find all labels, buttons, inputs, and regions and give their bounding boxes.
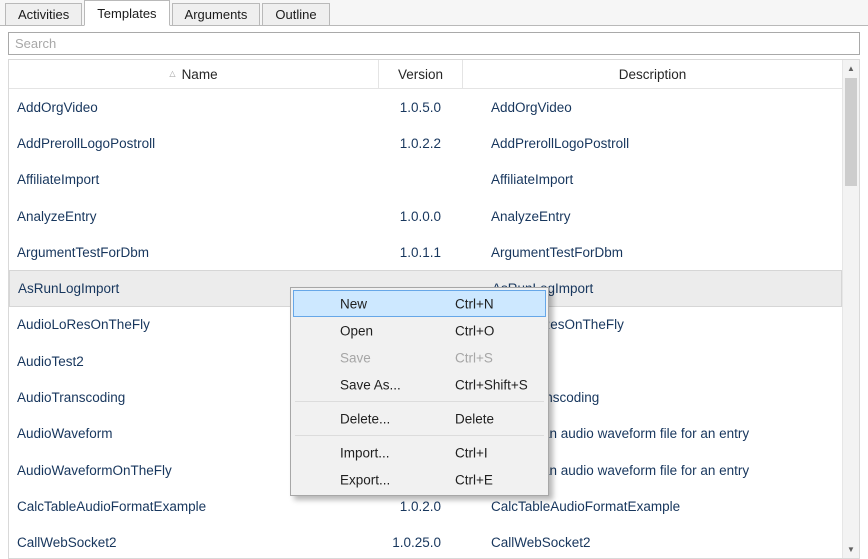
table-row[interactable]: AddPrerollLogoPostroll 1.0.2.2 AddPrerol… — [9, 125, 842, 161]
column-header-version[interactable]: Version — [379, 60, 463, 88]
menu-item-label: Open — [340, 323, 373, 338]
cell-description: AddPrerollLogoPostroll — [463, 136, 842, 151]
menu-item-export[interactable]: Export... Ctrl+E — [293, 466, 546, 493]
search-input[interactable] — [8, 32, 860, 55]
table-row[interactable]: CallWebSocket2 1.0.25.0 CallWebSocket2 — [9, 525, 842, 558]
cell-version: 1.0.5.0 — [379, 100, 463, 115]
column-header-description[interactable]: Description — [463, 60, 842, 88]
scroll-down-button[interactable]: ▼ — [843, 541, 859, 558]
menu-item-shortcut: Ctrl+S — [455, 350, 493, 365]
menu-item-shortcut: Ctrl+N — [455, 296, 494, 311]
scroll-down-icon: ▼ — [847, 545, 855, 554]
cell-name: CallWebSocket2 — [9, 535, 379, 550]
tab-label: Outline — [275, 7, 316, 22]
cell-version: 1.0.2.2 — [379, 136, 463, 151]
cell-name: AnalyzeEntry — [9, 209, 379, 224]
column-header-label: Description — [619, 67, 687, 82]
cell-description: AffiliateImport — [463, 172, 842, 187]
menu-separator — [295, 401, 544, 402]
menu-item-label: Delete... — [340, 411, 390, 426]
cell-version: 1.0.25.0 — [379, 535, 463, 550]
menu-item-shortcut: Ctrl+Shift+S — [455, 377, 528, 392]
menu-item-shortcut: Ctrl+I — [455, 445, 488, 460]
cell-version: 1.0.2.0 — [379, 499, 463, 514]
table-row[interactable]: AddOrgVideo 1.0.5.0 AddOrgVideo — [9, 89, 842, 125]
column-header-label: Name — [182, 67, 218, 82]
tab-templates[interactable]: Templates — [84, 0, 169, 26]
scrollbar-thumb[interactable] — [845, 78, 857, 186]
tab-arguments[interactable]: Arguments — [172, 3, 261, 25]
cell-description: AddOrgVideo — [463, 100, 842, 115]
menu-item-open[interactable]: Open Ctrl+O — [293, 317, 546, 344]
cell-description: CallWebSocket2 — [463, 535, 842, 550]
tab-label: Activities — [18, 7, 69, 22]
menu-item-shortcut: Ctrl+E — [455, 472, 493, 487]
cell-name: AffiliateImport — [9, 172, 379, 187]
cell-name: ArgumentTestForDbm — [9, 245, 379, 260]
menu-item-delete[interactable]: Delete... Delete — [293, 405, 546, 432]
menu-item-shortcut: Ctrl+O — [455, 323, 494, 338]
menu-item-save-as[interactable]: Save As... Ctrl+Shift+S — [293, 371, 546, 398]
vertical-scrollbar[interactable]: ▲ ▼ — [842, 60, 859, 558]
tab-label: Arguments — [185, 7, 248, 22]
context-menu: New Ctrl+N Open Ctrl+O Save Ctrl+S Save … — [290, 287, 549, 496]
tab-outline[interactable]: Outline — [262, 3, 329, 25]
menu-item-label: Import... — [340, 445, 390, 460]
menu-separator — [295, 435, 544, 436]
column-header-label: Version — [398, 67, 443, 82]
menu-item-label: Save — [340, 350, 371, 365]
scroll-up-icon: ▲ — [847, 64, 855, 73]
cell-description: CalcTableAudioFormatExample — [463, 499, 842, 514]
table-row[interactable]: ArgumentTestForDbm 1.0.1.1 ArgumentTestF… — [9, 234, 842, 270]
menu-item-save: Save Ctrl+S — [293, 344, 546, 371]
menu-item-label: Save As... — [340, 377, 401, 392]
cell-name: CalcTableAudioFormatExample — [9, 499, 379, 514]
menu-item-shortcut: Delete — [455, 411, 494, 426]
menu-item-label: Export... — [340, 472, 390, 487]
cell-description: AnalyzeEntry — [463, 209, 842, 224]
cell-name: AddOrgVideo — [9, 100, 379, 115]
table-row[interactable]: AnalyzeEntry 1.0.0.0 AnalyzeEntry — [9, 198, 842, 234]
table-header-row: △ Name Version Description — [9, 60, 842, 89]
column-header-name[interactable]: △ Name — [9, 60, 379, 88]
cell-version: 1.0.1.1 — [379, 245, 463, 260]
tab-activities[interactable]: Activities — [5, 3, 82, 25]
tab-strip: Activities Templates Arguments Outline — [0, 0, 868, 26]
cell-version: 1.0.0.0 — [379, 209, 463, 224]
cell-name: AddPrerollLogoPostroll — [9, 136, 379, 151]
menu-item-new[interactable]: New Ctrl+N — [293, 290, 546, 317]
cell-description: ArgumentTestForDbm — [463, 245, 842, 260]
menu-item-import[interactable]: Import... Ctrl+I — [293, 439, 546, 466]
tab-label: Templates — [97, 6, 156, 21]
sort-ascending-icon: △ — [169, 69, 175, 78]
table-row[interactable]: AffiliateImport AffiliateImport — [9, 162, 842, 198]
menu-item-label: New — [340, 296, 367, 311]
scroll-up-button[interactable]: ▲ — [843, 60, 859, 77]
